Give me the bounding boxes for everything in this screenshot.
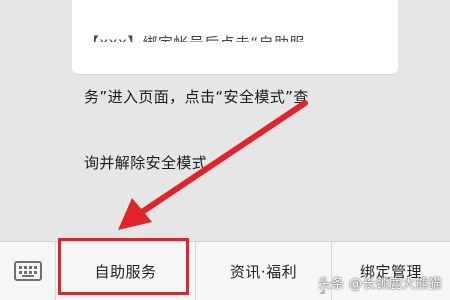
menu-tab-label: 资讯·福利 xyxy=(229,262,298,281)
keyboard-toggle-button[interactable] xyxy=(0,242,56,300)
menu-tab-news-benefits[interactable]: 资讯·福利 xyxy=(196,242,332,300)
message-line-2: 询并解除安全模式。 xyxy=(84,154,223,172)
message-line-partial: 【xxx】绑定帐号后点击“自助服 xyxy=(84,32,384,42)
chat-screen: 【xxx】绑定帐号后点击“自助服 务”进入页面，点击“安全模式”查 询并解除安全… xyxy=(0,0,450,300)
message-line-1: 务”进入页面，点击“安全模式”查 xyxy=(84,88,309,106)
menu-tab-self-service[interactable]: 自助服务 xyxy=(56,242,196,300)
menu-tab-label: 自助服务 xyxy=(94,262,157,281)
keyboard-icon xyxy=(13,261,42,281)
message-bubble: 【xxx】绑定帐号后点击“自助服 务”进入页面，点击“安全模式”查 询并解除安全… xyxy=(72,0,398,172)
message-text: 【xxx】绑定帐号后点击“自助服 务”进入页面，点击“安全模式”查 询并解除安全… xyxy=(84,0,384,218)
watermark: 头条 @长颈鹿大熊猫 xyxy=(317,277,442,292)
